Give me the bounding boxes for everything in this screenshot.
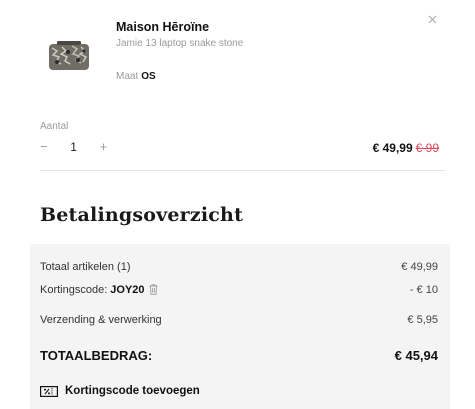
trash-icon[interactable] (149, 284, 158, 298)
add-coupon-button[interactable]: Kortingscode toevoegen (40, 385, 200, 397)
current-price: € 49,99 (372, 141, 413, 155)
items-total-label: Totaal artikelen (1) (40, 261, 131, 273)
product-thumbnail (48, 38, 90, 72)
shipping-label: Verzending & verwerking (40, 314, 162, 326)
size-label: Maat (116, 71, 139, 82)
decrease-quantity-button[interactable]: − (40, 139, 48, 154)
original-price: € 99 (415, 141, 439, 155)
quantity-value[interactable]: 1 (48, 140, 100, 154)
discount-row: Kortingscode: JOY20 - € 10 (40, 284, 438, 298)
shipping-value: € 5,95 (407, 314, 438, 326)
summary-title: Betalingsoverzicht (40, 204, 244, 226)
close-icon (428, 15, 437, 24)
increase-quantity-button[interactable]: + (100, 139, 108, 154)
remove-item-button[interactable] (428, 13, 437, 26)
product-size: Maat OS (116, 71, 156, 82)
discount-label: Kortingscode: (40, 284, 108, 296)
summary-panel: Totaal artikelen (1) € 49,99 Kortingscod… (30, 244, 450, 409)
item-price: € 49,99 € 99 (373, 141, 439, 155)
grand-total-row: TOTAALBEDRAG: € 45,94 (40, 348, 438, 363)
discount-code: JOY20 (110, 284, 145, 296)
product-brand[interactable]: Maison Hēroïne (116, 20, 209, 34)
grand-total-label: TOTAALBEDRAG: (40, 348, 153, 363)
size-value: OS (141, 71, 156, 82)
divider (40, 170, 445, 171)
add-coupon-label: Kortingscode toevoegen (65, 385, 200, 397)
quantity-label: Aantal (40, 121, 69, 132)
product-variant: Jamie 13 laptop snake stone (116, 38, 244, 49)
quantity-stepper: − 1 + (40, 139, 107, 154)
grand-total-value: € 45,94 (394, 348, 438, 363)
items-total-row: Totaal artikelen (1) € 49,99 (40, 261, 438, 273)
discount-value: - € 10 (409, 284, 438, 296)
items-total-value: € 49,99 (401, 261, 438, 273)
coupon-icon (40, 385, 58, 397)
shipping-row: Verzending & verwerking € 5,95 (40, 314, 438, 326)
